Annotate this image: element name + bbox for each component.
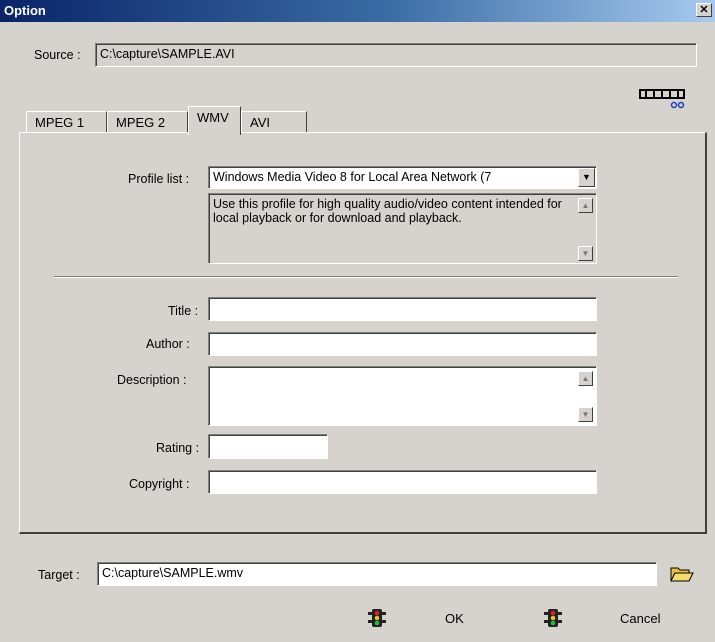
tab-mpeg1-label: MPEG 1 (35, 115, 85, 130)
scroll-up-icon: ▲ (581, 374, 590, 383)
rating-input[interactable] (208, 434, 328, 459)
profile-description-scroll-down[interactable]: ▼ (578, 246, 593, 261)
copyright-input[interactable] (208, 470, 597, 494)
profile-description-text: Use this profile for high quality audio/… (213, 197, 562, 225)
author-label: Author : (146, 337, 190, 351)
description-scroll-down[interactable]: ▼ (578, 407, 593, 422)
traffic-light-icon (368, 609, 386, 627)
author-input[interactable] (208, 332, 597, 356)
scroll-up-icon: ▲ (581, 201, 590, 210)
tab-wmv[interactable]: WMV (188, 106, 241, 135)
section-divider (54, 276, 678, 278)
profile-list-label: Profile list : (128, 172, 190, 186)
profile-list-select[interactable]: Windows Media Video 8 for Local Area Net… (208, 166, 597, 189)
tab-mpeg1[interactable]: MPEG 1 (26, 111, 107, 133)
tab-avi[interactable]: AVI (241, 111, 307, 133)
ok-button-label: OK (445, 611, 464, 626)
target-label: Target : (38, 568, 80, 582)
window-title: Option (4, 3, 46, 18)
source-label: Source : (34, 48, 81, 62)
tab-mpeg2-label: MPEG 2 (116, 115, 166, 130)
tab-avi-label: AVI (250, 115, 270, 130)
profile-list-value: Windows Media Video 8 for Local Area Net… (213, 170, 492, 184)
title-label: Title : (168, 304, 199, 318)
profile-description-box: Use this profile for high quality audio/… (208, 193, 597, 264)
traffic-light-icon (544, 609, 562, 627)
close-button[interactable]: ✕ (696, 3, 712, 17)
cancel-button-label: Cancel (620, 611, 661, 626)
scroll-down-icon: ▼ (581, 410, 590, 419)
open-folder-icon[interactable] (669, 564, 695, 584)
copyright-label: Copyright : (129, 477, 190, 491)
tab-wmv-label: WMV (197, 110, 229, 125)
film-strip-icon[interactable] (638, 84, 688, 110)
rating-label: Rating : (156, 441, 200, 455)
close-icon: ✕ (699, 4, 709, 16)
source-path-field: C:\capture\SAMPLE.AVI (95, 43, 697, 67)
title-bar: Option ✕ (0, 0, 715, 22)
profile-dropdown-button[interactable]: ▼ (578, 168, 595, 187)
target-path-input[interactable]: C:\capture\SAMPLE.wmv (97, 562, 657, 586)
scroll-down-icon: ▼ (581, 249, 590, 258)
title-input[interactable] (208, 297, 597, 321)
description-scroll-up[interactable]: ▲ (578, 371, 593, 386)
description-label: Description : (117, 373, 187, 387)
profile-description-scroll-up[interactable]: ▲ (578, 198, 593, 213)
description-textarea[interactable] (208, 366, 597, 426)
chevron-down-icon: ▼ (582, 172, 591, 182)
tab-mpeg2[interactable]: MPEG 2 (107, 111, 188, 133)
